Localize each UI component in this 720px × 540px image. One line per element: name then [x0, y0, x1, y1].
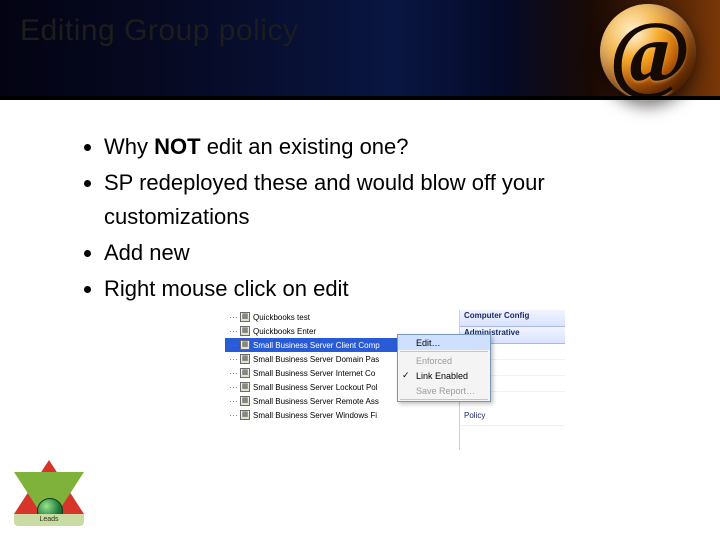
- bullet-item: Why NOT edit an existing one?: [104, 130, 642, 164]
- context-menu: Edit… Enforced ✓Link Enabled Save Report…: [397, 334, 491, 402]
- badge-label: Leads: [14, 514, 84, 526]
- tree-row[interactable]: ⋯▦Small Business Server Internet Co: [225, 366, 425, 380]
- bullet-item: Right mouse click on edit: [104, 272, 642, 306]
- gpo-tree: ⋯▦Quickbooks test ⋯▦Quickbooks Enter ⋯▦S…: [225, 310, 425, 450]
- detail-item[interactable]: Policy: [460, 410, 565, 426]
- leads-badge: Leads: [14, 460, 84, 526]
- gpo-screenshot: ⋯▦Quickbooks test ⋯▦Quickbooks Enter ⋯▦S…: [225, 310, 565, 450]
- tree-row[interactable]: ⋯▦Small Business Server Domain Pas: [225, 352, 425, 366]
- tree-row[interactable]: ⋯▦Small Business Server Windows Fi: [225, 408, 425, 422]
- bullet-item: Add new: [104, 236, 642, 270]
- menu-save-report[interactable]: Save Report…: [398, 383, 490, 398]
- bullet-list: Why NOT edit an existing one? SP redeplo…: [82, 128, 642, 308]
- check-icon: ✓: [402, 370, 410, 381]
- slide-header: Editing Group policy @: [0, 0, 720, 100]
- tree-row[interactable]: ⋯▦Small Business Server Lockout Pol: [225, 380, 425, 394]
- slide-title: Editing Group policy: [20, 14, 298, 48]
- tree-row[interactable]: ⋯▦Quickbooks Enter: [225, 324, 425, 338]
- tree-row[interactable]: ⋯▦Small Business Server Remote Ass: [225, 394, 425, 408]
- menu-enforced[interactable]: Enforced: [398, 353, 490, 368]
- tree-row-selected[interactable]: ⋯▦Small Business Server Client Comp: [225, 338, 425, 352]
- detail-header: Computer Config: [460, 310, 565, 327]
- menu-link-enabled[interactable]: ✓Link Enabled: [398, 368, 490, 383]
- tree-row[interactable]: ⋯▦Quickbooks test: [225, 310, 425, 324]
- bullet-item: SP redeployed these and would blow off y…: [104, 166, 642, 234]
- at-sign-icon: @: [590, 0, 710, 114]
- menu-edit[interactable]: Edit…: [398, 335, 490, 350]
